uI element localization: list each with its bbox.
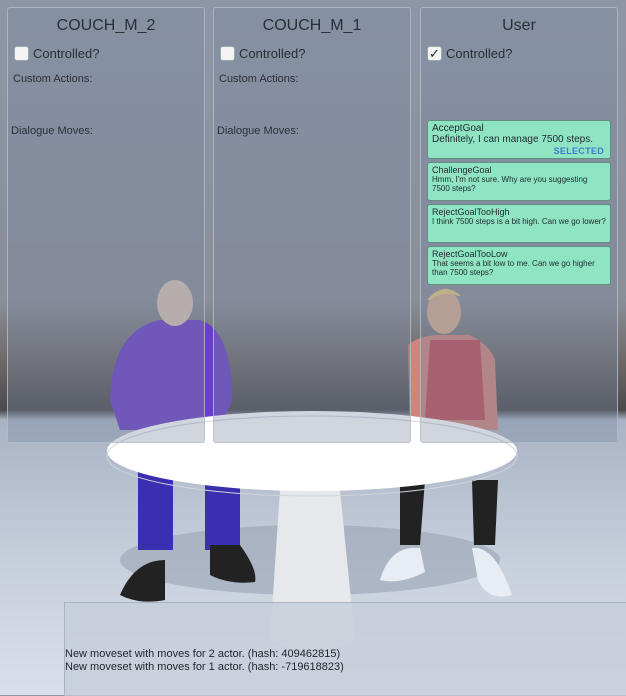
move-text: Definitely, I can manage 7500 steps. (432, 134, 594, 145)
actor-panel-couch-m-2: COUCH_M_2 Controlled? Custom Actions: Di… (7, 7, 205, 443)
controlled-checkbox[interactable]: ✓ (427, 45, 442, 61)
controlled-label: Controlled? (446, 45, 513, 61)
log-console: New moveset with moves for 2 actor. (has… (64, 602, 626, 696)
move-text-line: Hmm, I'm not sure. Why are you suggestin… (432, 175, 588, 184)
log-line: New moveset with moves for 2 actor. (has… (65, 648, 341, 660)
move-text: I think 7500 steps is a bit high. Can we… (432, 217, 606, 226)
custom-actions-label: Custom Actions: (13, 73, 93, 85)
dialogue-move-accept-goal[interactable]: AcceptGoal Definitely, I can manage 7500… (427, 120, 611, 159)
panel-title: COUCH_M_2 (56, 17, 156, 34)
move-text-line: That seems a bit low to me. Can we go hi… (432, 259, 595, 268)
move-name: RejectGoalTooHigh (432, 207, 510, 217)
dialogue-moves-label: Dialogue Moves: (217, 125, 299, 137)
controlled-checkbox[interactable] (14, 45, 29, 61)
dialogue-moves-label: Dialogue Moves: (11, 125, 93, 137)
actor-panel-user: User ✓ Controlled? AcceptGoal Definitely… (420, 7, 618, 443)
controlled-label: Controlled? (239, 45, 306, 61)
controlled-label: Controlled? (33, 45, 100, 61)
dialogue-move-reject-goal-too-high[interactable]: RejectGoalTooHigh I think 7500 steps is … (427, 204, 611, 243)
dialogue-move-challenge-goal[interactable]: ChallengeGoal Hmm, I'm not sure. Why are… (427, 162, 611, 201)
move-name: RejectGoalTooLow (432, 249, 508, 259)
controlled-checkbox[interactable] (220, 45, 235, 61)
actor-panel-couch-m-1: COUCH_M_1 Controlled? Custom Actions: Di… (213, 7, 411, 443)
panel-title: COUCH_M_1 (262, 17, 362, 34)
move-text-line: than 7500 steps? (432, 268, 494, 277)
selected-badge: SELECTED (553, 146, 604, 156)
controlled-toggle[interactable]: Controlled? (14, 44, 100, 62)
move-name: AcceptGoal (432, 123, 484, 134)
checkmark-icon: ✓ (429, 45, 440, 61)
move-text-line: 7500 steps? (432, 184, 476, 193)
panel-title: User (502, 17, 536, 34)
custom-actions-label: Custom Actions: (219, 73, 299, 85)
move-name: ChallengeGoal (432, 165, 492, 175)
log-line: New moveset with moves for 1 actor. (has… (65, 661, 344, 673)
dialogue-move-reject-goal-too-low[interactable]: RejectGoalTooLow That seems a bit low to… (427, 246, 611, 285)
controlled-toggle[interactable]: ✓ Controlled? (427, 44, 513, 62)
controlled-toggle[interactable]: Controlled? (220, 44, 306, 62)
